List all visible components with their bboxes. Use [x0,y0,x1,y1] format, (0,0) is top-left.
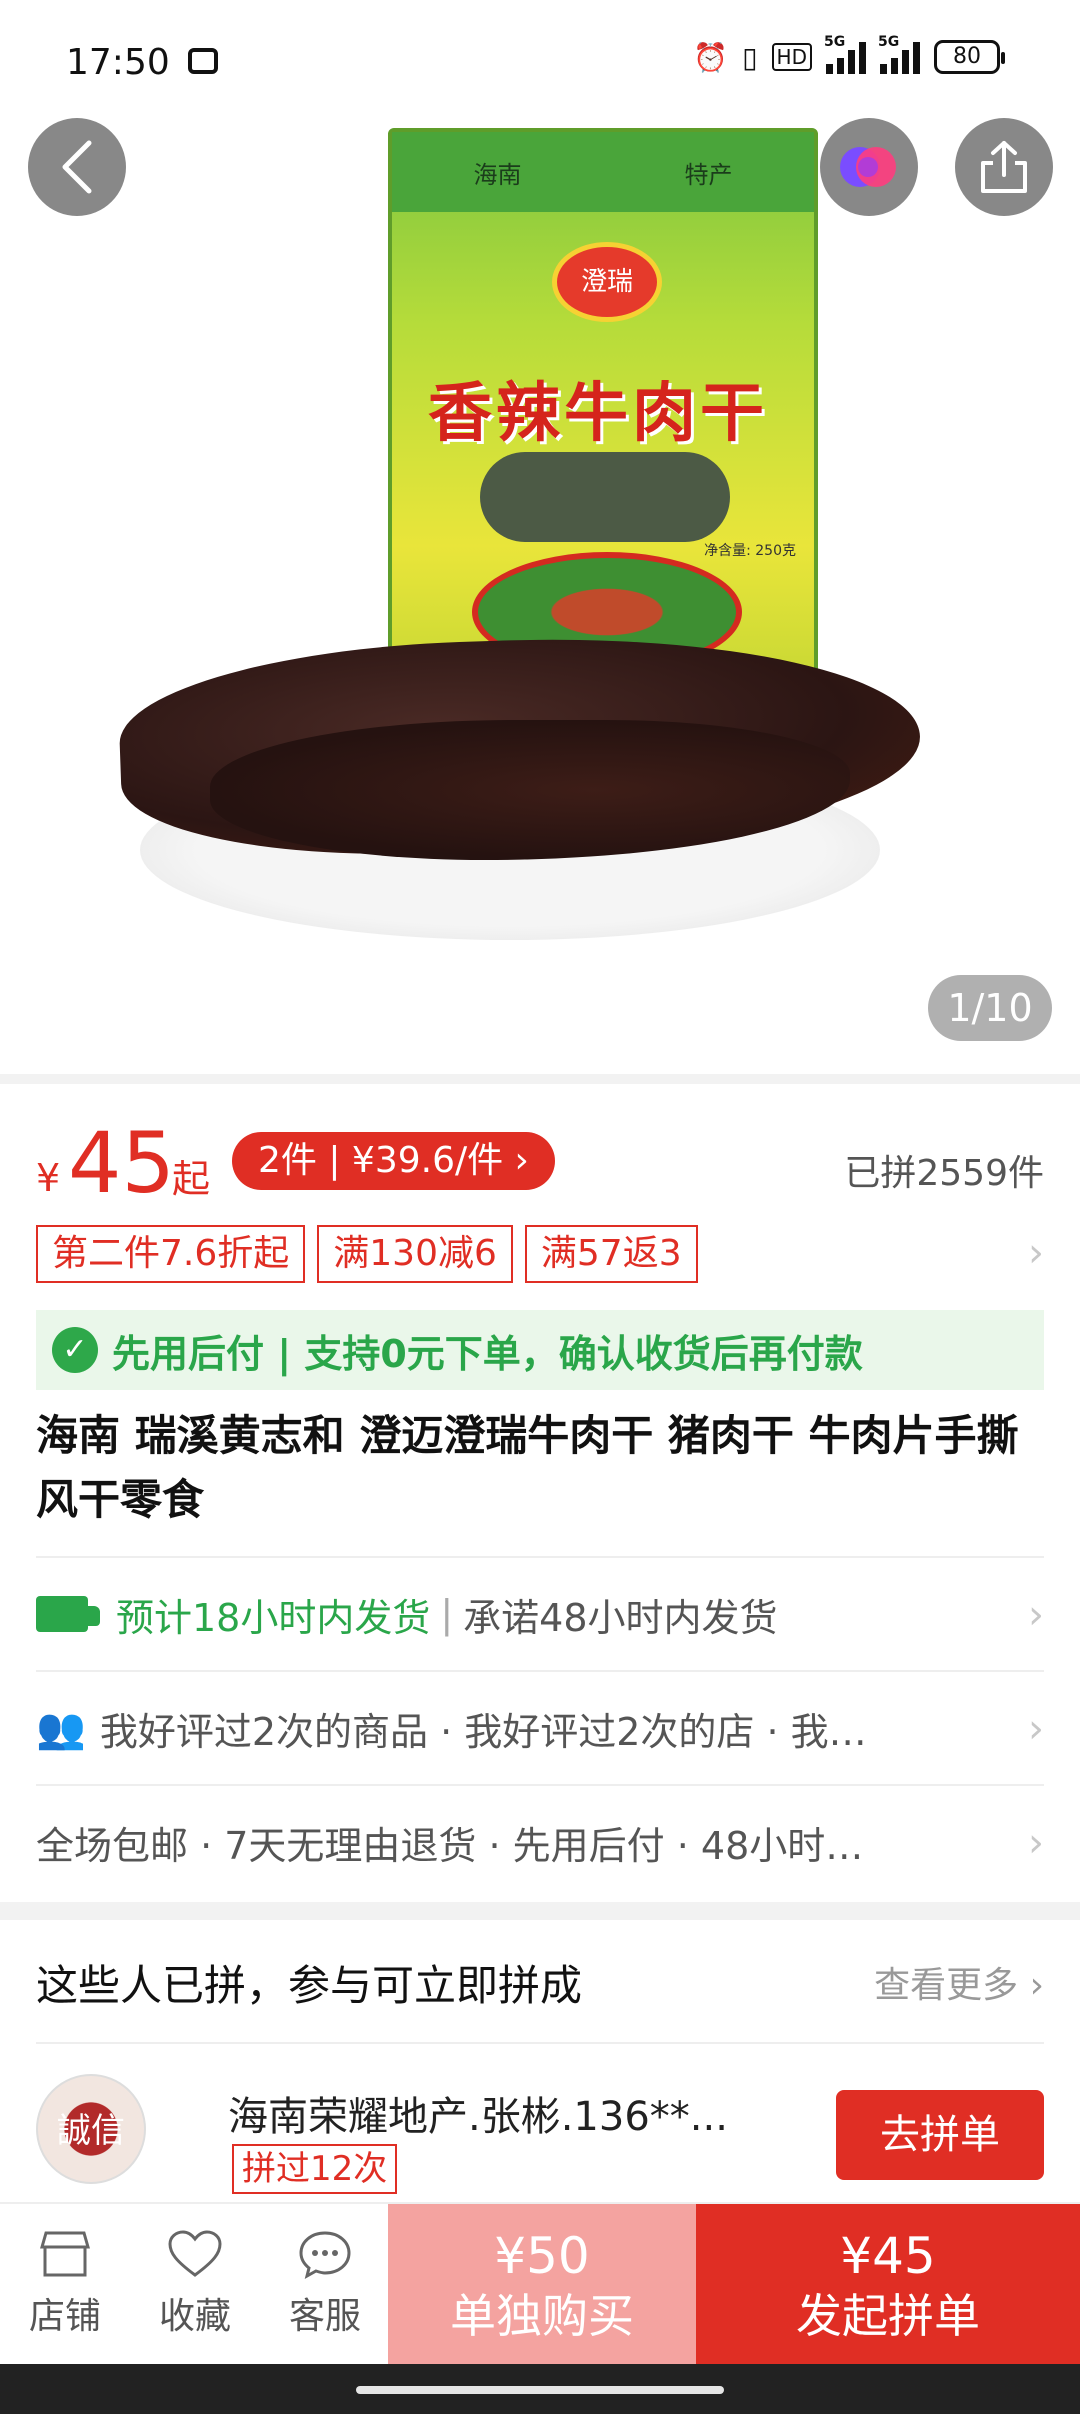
chevron-right-icon: › [1028,1592,1044,1638]
reviews-text: 我好评过2次的商品 · 我好评过2次的店 · 我… [99,1709,867,1754]
price-amount: 45 [68,1114,175,1212]
group-user-name: 海南荣耀地产.张彬.136**... [228,2094,728,2140]
shipping-row[interactable]: 预计18小时内发货 | 承诺48小时内发货 › [36,1556,1044,1670]
reviews-row[interactable]: 👥 我好评过2次的商品 · 我好评过2次的店 · 我… › [36,1670,1044,1784]
system-nav-bar [0,2364,1080,2414]
heart-icon [168,2230,222,2277]
share-icon [981,141,1027,193]
start-group-buy-button[interactable]: ¥45 发起拼单 [696,2204,1080,2366]
price-currency: ¥ [36,1156,61,1200]
package-region-label: 海南 [473,160,522,189]
favorite-button[interactable]: 收藏 [130,2204,260,2364]
shipping-promise: 承诺48小时内发货 [463,1595,778,1640]
avatar: 誠信 [36,2074,146,2184]
badge-check-icon: ✓ [52,1327,98,1373]
chevron-right-icon: › [1028,1820,1044,1866]
package-title: 香辣牛肉干 [428,376,768,451]
promo-tag: 第二件7.6折起 [36,1225,306,1283]
package-window [480,452,730,542]
price-row: ¥ 45 起 2件 | ¥39.6/件 › 已拼2559件 [36,1118,1044,1208]
divider [0,1074,1080,1084]
divider [0,1902,1080,1920]
chevron-left-icon [62,140,92,194]
status-bar: 17:50 ⏰ ▯ HD 5G 5G 80 [0,0,1080,130]
battery-icon: 80 [934,40,1005,74]
customer-service-label: 客服 [288,2296,361,2337]
single-price: ¥50 [494,2227,590,2285]
status-time: 17:50 [66,42,170,83]
shipping-estimate: 预计18小时内发货 [116,1595,431,1640]
orb-icon [840,147,896,187]
package-weight: 净含量: 250克 [704,543,796,559]
people-icon: 👥 [36,1705,86,1752]
group-price: ¥45 [840,2227,936,2285]
price-suffix: 起 [172,1157,211,1201]
group-count-badge: 拼过12次 [232,2144,398,2194]
bottom-action-bar: 店铺 收藏 客服 ¥50 单独购买 ¥45 发起拼单 [0,2202,1080,2366]
store-button[interactable]: 店铺 [0,2204,130,2364]
group-section-title: 这些人已拼，参与可立即拼成 [36,1960,583,2010]
ai-assistant-button[interactable] [820,118,918,216]
favorite-label: 收藏 [158,2296,231,2337]
package-brand-logo: 澄瑞 [552,242,662,322]
promo-tag: 满57返3 [524,1225,698,1283]
group-item: 誠信 海南荣耀地产.张彬.136**... 拼过12次 去拼单 [36,2042,1044,2202]
buy-single-button[interactable]: ¥50 单独购买 [388,2204,696,2366]
group-label: 发起拼单 [796,2289,980,2343]
tv-icon [188,48,218,74]
share-button[interactable] [955,118,1053,216]
chevron-right-icon: › [1028,1706,1044,1752]
view-more-link[interactable]: 查看更多 › [874,1956,1044,2008]
alarm-icon: ⏰ [693,40,729,74]
chevron-right-icon: › [1028,1230,1044,1276]
truck-icon [36,1596,100,1632]
product-package-image: 海南 特产 澄瑞 香辣牛肉干 净含量: 250克 [388,128,818,688]
sold-count: 已拼2559件 [844,1153,1044,1194]
gallery-page-indicator: 1/10 [928,975,1052,1041]
product-title: 海南 瑞溪黄志和 澄迈澄瑞牛肉干 猪肉干 牛肉片手撕风干零食 [36,1411,1019,1524]
pay-later-banner[interactable]: ✓ 先用后付 | 支持0元下单，确认收货后再付款 [36,1310,1044,1390]
home-gesture-handle[interactable] [356,2386,724,2394]
store-icon [40,2231,90,2277]
pay-later-text: 先用后付 | 支持0元下单，确认收货后再付款 [112,1331,863,1376]
product-gallery[interactable]: 海南 特产 澄瑞 香辣牛肉干 净含量: 250克 1/10 [0,0,1080,1074]
join-group-button[interactable]: 去拼单 [836,2090,1044,2180]
package-specialty-label: 特产 [684,160,733,189]
single-label: 单独购买 [450,2289,634,2343]
services-row[interactable]: 全场包邮 · 7天无理由退货 · 先用后付 · 48小时… › [36,1784,1044,1898]
signal-icon: 5G [878,34,920,74]
services-text: 全场包邮 · 7天无理由退货 · 先用后付 · 48小时… [36,1823,864,1868]
store-label: 店铺 [28,2296,101,2337]
group-section-header: 这些人已拼，参与可立即拼成 查看更多 › [36,1922,1044,2042]
back-button[interactable] [28,118,126,216]
chat-icon [299,2231,351,2279]
customer-service-button[interactable]: 客服 [260,2204,390,2364]
promo-tag: 满130减6 [317,1225,513,1283]
signal-icon: 5G [824,34,866,74]
multi-buy-deal-button[interactable]: 2件 | ¥39.6/件 › [232,1132,555,1190]
vibrate-icon: ▯ [742,40,758,74]
promotions-row[interactable]: 第二件7.6折起 满130减6 满57返3 › [36,1224,1044,1284]
hd-icon: HD [771,43,812,71]
